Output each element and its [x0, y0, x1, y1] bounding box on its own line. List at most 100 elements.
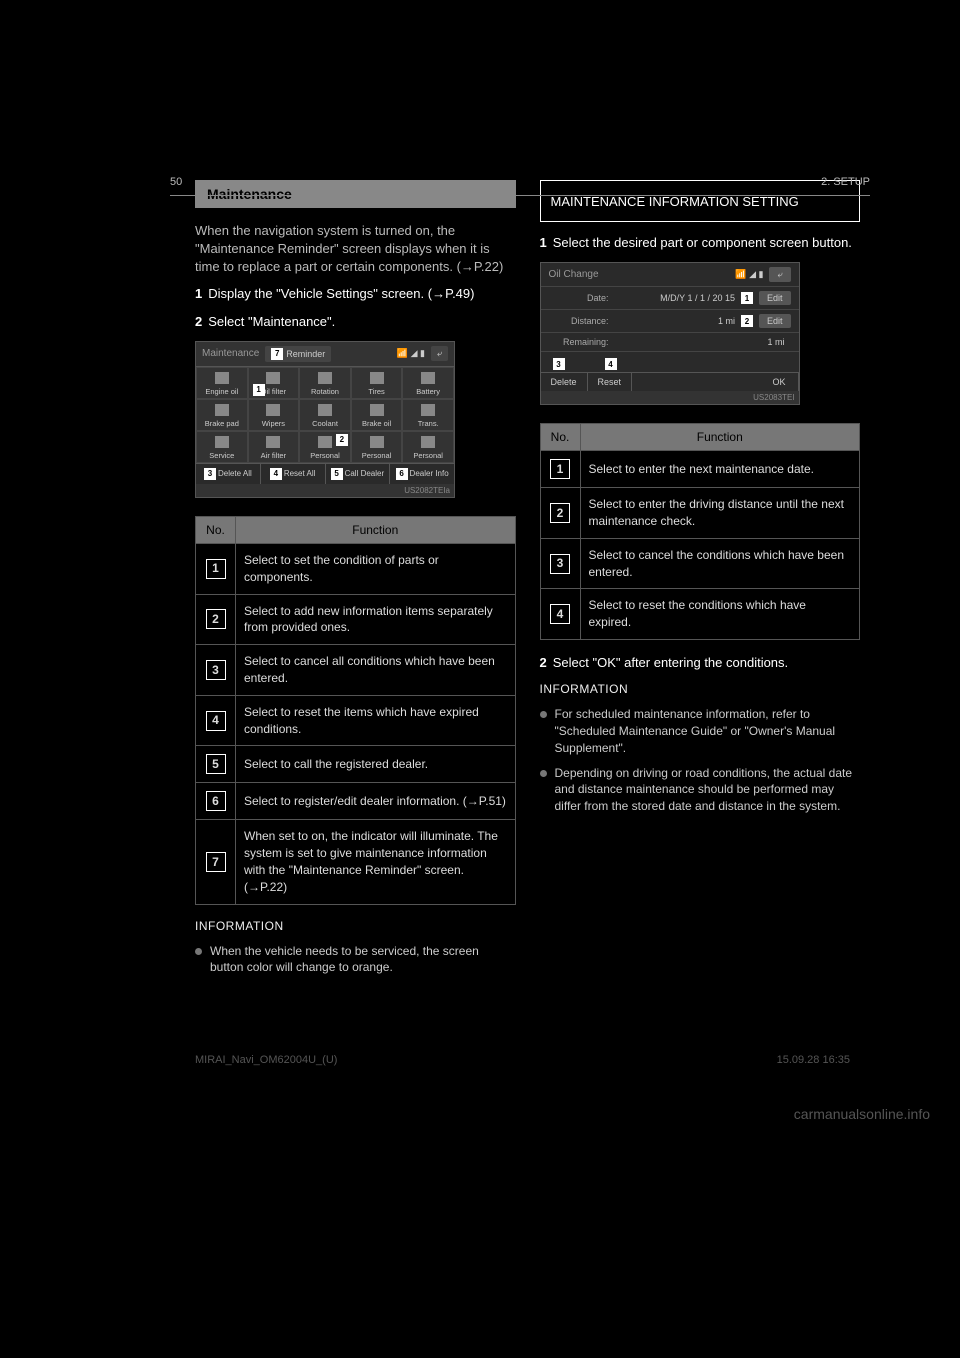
left-column: Maintenance When the navigation system i…	[195, 180, 516, 984]
grid-oil-filter[interactable]: 1 Oil filter	[248, 367, 300, 399]
callout-5: 5	[331, 468, 343, 480]
fn-cell: Select to register/edit dealer informati…	[236, 783, 516, 820]
oil-change-screenshot: Oil Change 📶 ◢ ▮ ⤶ Date: M/D/Y 1 / 1 / 2…	[540, 262, 800, 405]
table-row: 1Select to set the condition of parts or…	[196, 543, 516, 594]
grid-personal-2[interactable]: Personal	[351, 431, 403, 463]
info-bullet: For scheduled maintenance information, r…	[540, 706, 861, 756]
personal-icon	[318, 436, 332, 448]
info-bullet: Depending on driving or road conditions,…	[540, 765, 861, 815]
info-text: Depending on driving or road conditions,…	[555, 765, 861, 815]
fn-cell: Select to set the condition of parts or …	[236, 543, 516, 594]
grid-service[interactable]: Service	[196, 431, 248, 463]
step-text: Select "Maintenance".	[208, 313, 335, 331]
num-box: 6	[206, 791, 226, 811]
table-row: 1Select to enter the next maintenance da…	[540, 451, 860, 488]
table-row: 2Select to add new information items sep…	[196, 594, 516, 645]
step-number: 1	[540, 234, 547, 252]
distance-row: Distance: 1 mi 2 Edit	[541, 310, 799, 333]
bullet-icon	[195, 948, 202, 955]
step-text: Select "OK" after entering the condition…	[553, 654, 788, 672]
doc-date: 15.09.28 16:35	[777, 1054, 850, 1066]
step-1: 1 Display the "Vehicle Settings" screen.…	[195, 285, 516, 303]
fn-cell: Select to cancel all conditions which ha…	[236, 645, 516, 696]
tires-icon	[370, 372, 384, 384]
step-1-right: 1 Select the desired part or component s…	[540, 234, 861, 252]
fn-cell: When set to on, the indicator will illum…	[236, 820, 516, 904]
date-value: M/D/Y 1 / 1 / 20 15	[621, 293, 741, 303]
callout-6: 6	[396, 468, 408, 480]
remaining-label: Remaining:	[549, 337, 609, 347]
signal-icon: 📶 ◢ ▮	[735, 269, 763, 280]
callout-3: 3	[553, 358, 565, 370]
table-row: 6 Select to register/edit dealer informat…	[196, 783, 516, 820]
grid-brake-pad[interactable]: Brake pad	[196, 399, 248, 431]
reset-button[interactable]: Reset	[588, 373, 633, 391]
num-box: 2	[206, 609, 226, 629]
delete-all-button[interactable]: 3Delete All	[196, 464, 261, 484]
grid-battery[interactable]: Battery	[402, 367, 454, 399]
num-box: 3	[206, 660, 226, 680]
step-2: 2 Select "Maintenance".	[195, 313, 516, 331]
callout-3: 3	[204, 468, 216, 480]
grid-coolant[interactable]: Coolant	[299, 399, 351, 431]
num-box: 1	[550, 459, 570, 479]
table-row: 3 Select to cancel the conditions which h…	[540, 538, 860, 589]
callout-7: 7	[271, 348, 283, 360]
step-text: Display the "Vehicle Settings" screen. (…	[208, 285, 474, 303]
signal-icon: 📶 ◢ ▮	[397, 348, 425, 359]
table-header-fn: Function	[236, 516, 516, 543]
delete-button[interactable]: Delete	[541, 373, 588, 391]
header-rule	[170, 195, 870, 196]
dealer-info-button[interactable]: 6Dealer Info	[390, 464, 454, 484]
grid-engine-oil[interactable]: Engine oil	[196, 367, 248, 399]
grid-tires[interactable]: Tires	[351, 367, 403, 399]
maintenance-grid: Engine oil 1 Oil filter Rotation Tires B…	[196, 367, 454, 463]
callout-4: 4	[270, 468, 282, 480]
table-row: 2Select to enter the driving distance un…	[540, 488, 860, 539]
callout-2: 2	[741, 315, 753, 327]
info-bullet: When the vehicle needs to be serviced, t…	[195, 943, 516, 977]
service-icon	[215, 436, 229, 448]
step-text: Select the desired part or component scr…	[553, 234, 852, 252]
brake-oil-icon	[370, 404, 384, 416]
grid-rotation[interactable]: Rotation	[299, 367, 351, 399]
num-box: 3	[550, 554, 570, 574]
callout-1: 1	[253, 384, 265, 396]
table-header-no: No.	[540, 424, 580, 451]
grid-personal-3[interactable]: Personal	[402, 431, 454, 463]
air-filter-icon	[266, 436, 280, 448]
remaining-value: 1 mi	[621, 337, 791, 347]
fn-cell: Select to cancel the conditions which ha…	[580, 538, 860, 589]
table-row: 7When set to on, the indicator will illu…	[196, 820, 516, 904]
step-2-right: 2 Select "OK" after entering the conditi…	[540, 654, 861, 672]
bullet-icon	[540, 711, 547, 718]
table-header-fn: Function	[580, 424, 860, 451]
information-heading-right: INFORMATION	[540, 682, 861, 696]
reset-all-button[interactable]: 4Reset All	[261, 464, 326, 484]
step-number: 1	[195, 285, 202, 303]
ok-button[interactable]: OK	[760, 373, 798, 391]
table-row: 5Select to call the registered dealer.	[196, 746, 516, 783]
grid-brake-oil[interactable]: Brake oil	[351, 399, 403, 431]
grid-wipers[interactable]: Wipers	[248, 399, 300, 431]
scr-title: Maintenance	[202, 348, 259, 359]
back-button[interactable]: ⤶	[769, 267, 790, 282]
grid-air-filter[interactable]: Air filter	[248, 431, 300, 463]
step-number: 2	[195, 313, 202, 331]
edit-date-button[interactable]: Edit	[759, 291, 791, 305]
edit-distance-button[interactable]: Edit	[759, 314, 791, 328]
info-text: For scheduled maintenance information, r…	[555, 706, 861, 756]
call-dealer-button[interactable]: 5Call Dealer	[326, 464, 391, 484]
reminder-button[interactable]: 7 Reminder	[265, 346, 331, 362]
callout-2: 2	[336, 434, 348, 446]
back-button[interactable]: ⤶	[431, 346, 448, 361]
num-box: 2	[550, 503, 570, 523]
scr-id: US2082TEIa	[196, 484, 454, 497]
scr2-id: US2083TEI	[541, 391, 799, 404]
callout-4: 4	[605, 358, 617, 370]
personal-icon	[370, 436, 384, 448]
bullet-icon	[540, 770, 547, 777]
grid-personal-1[interactable]: 2 Personal	[299, 431, 351, 463]
distance-label: Distance:	[549, 316, 609, 326]
grid-trans[interactable]: Trans.	[402, 399, 454, 431]
